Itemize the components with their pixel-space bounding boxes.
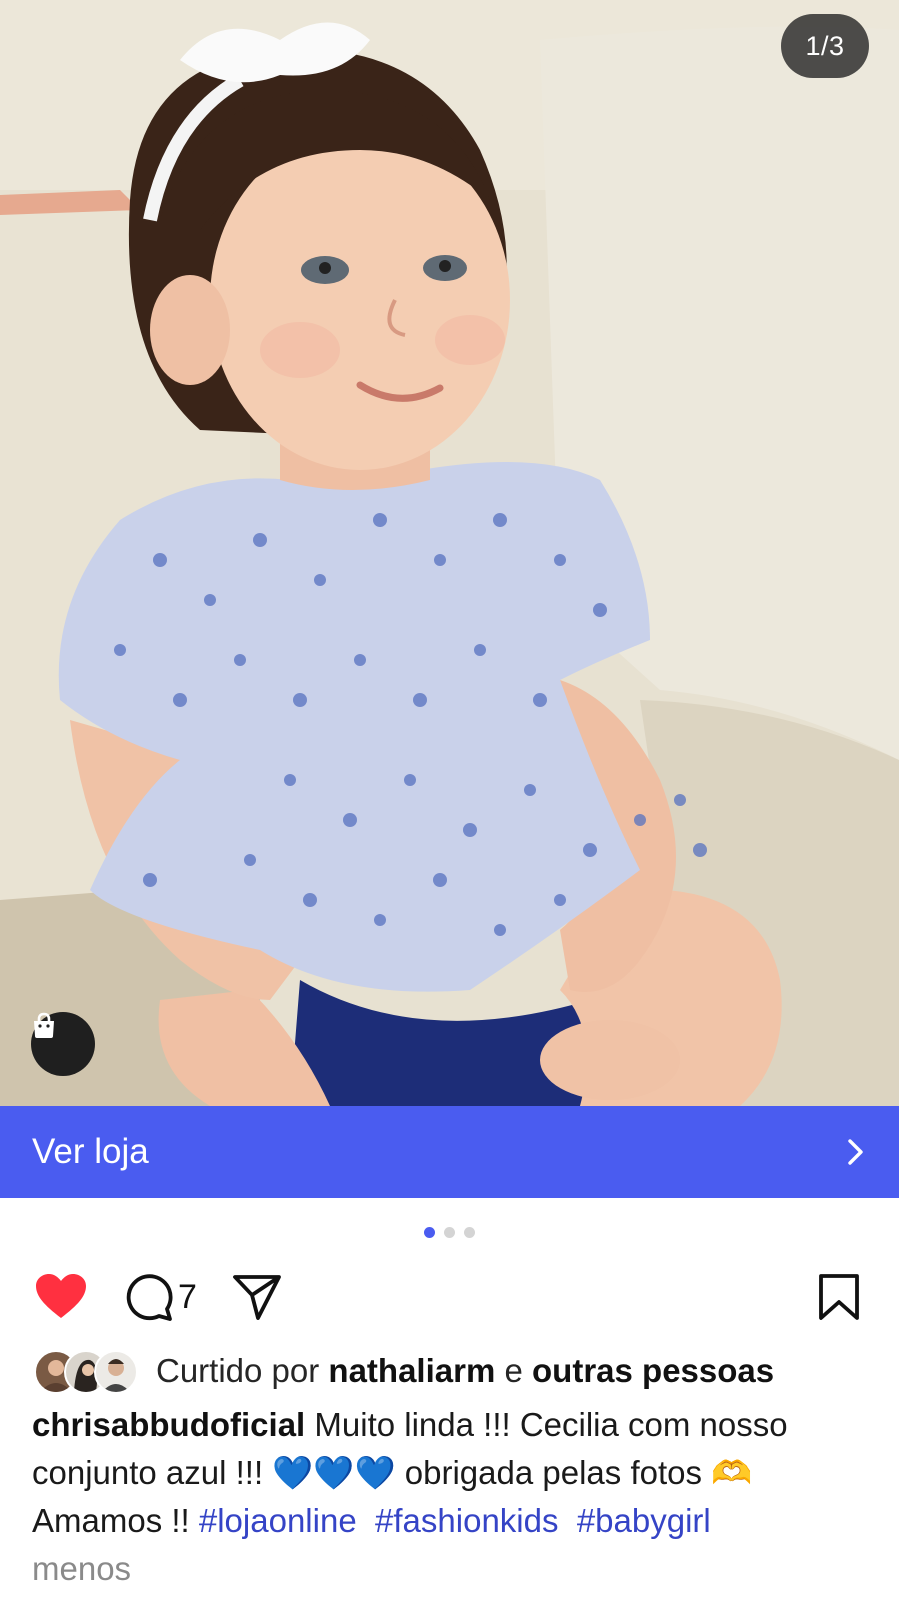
caption-text: Amamos !! [32,1502,190,1539]
hashtag-link[interactable]: #lojaonline [199,1502,357,1539]
comment-count: 7 [178,1277,197,1316]
liked-by-prefix: Curtido por [156,1352,320,1389]
avatar [94,1350,138,1394]
liked-by-user[interactable]: nathaliarm [328,1352,495,1390]
image-counter-badge: 1/3 [781,14,869,78]
liker-avatars [34,1349,138,1394]
caption-username[interactable]: chrisabbudoficial [32,1406,305,1443]
heart-filled-icon [36,1274,86,1318]
hashtag-link[interactable]: #fashionkids [375,1502,558,1539]
post-photo[interactable]: 1/3 [0,0,899,1106]
caption-text: obrigada pelas fotos [404,1454,702,1491]
carousel-indicator [0,1227,899,1238]
liked-by-row[interactable]: Curtido por nathaliarm e outras pessoas [34,1347,774,1395]
heart-hands-emoji: 🫶 [711,1454,753,1491]
carousel-dot-active [424,1227,435,1238]
hashtag-link[interactable]: #babygirl [577,1502,711,1539]
view-shop-label: Ver loja [32,1132,149,1171]
chevron-right-icon [848,1139,863,1165]
show-less-link[interactable]: menos [32,1545,882,1593]
post-caption: chrisabbudoficial Muito linda !!! Cecili… [32,1401,882,1593]
share-button[interactable] [232,1264,282,1330]
view-shop-banner[interactable]: Ver loja [0,1106,899,1198]
shopping-bag-icon [34,1012,54,1038]
blue-hearts-emoji: 💙💙💙 [272,1454,396,1491]
send-icon [233,1275,281,1320]
comment-button[interactable]: 7 [124,1264,197,1330]
baby-photo-illustration [0,0,899,1106]
comment-icon [126,1274,173,1321]
liked-by-connector: e [504,1352,523,1389]
carousel-dot [464,1227,475,1238]
save-button[interactable] [818,1264,860,1330]
shopping-tag-button[interactable] [31,1012,95,1076]
post-action-bar: 7 [0,1264,899,1330]
like-button[interactable] [34,1264,88,1330]
carousel-dot [444,1227,455,1238]
bookmark-icon [819,1274,859,1320]
liked-by-others[interactable]: outras pessoas [532,1352,774,1390]
